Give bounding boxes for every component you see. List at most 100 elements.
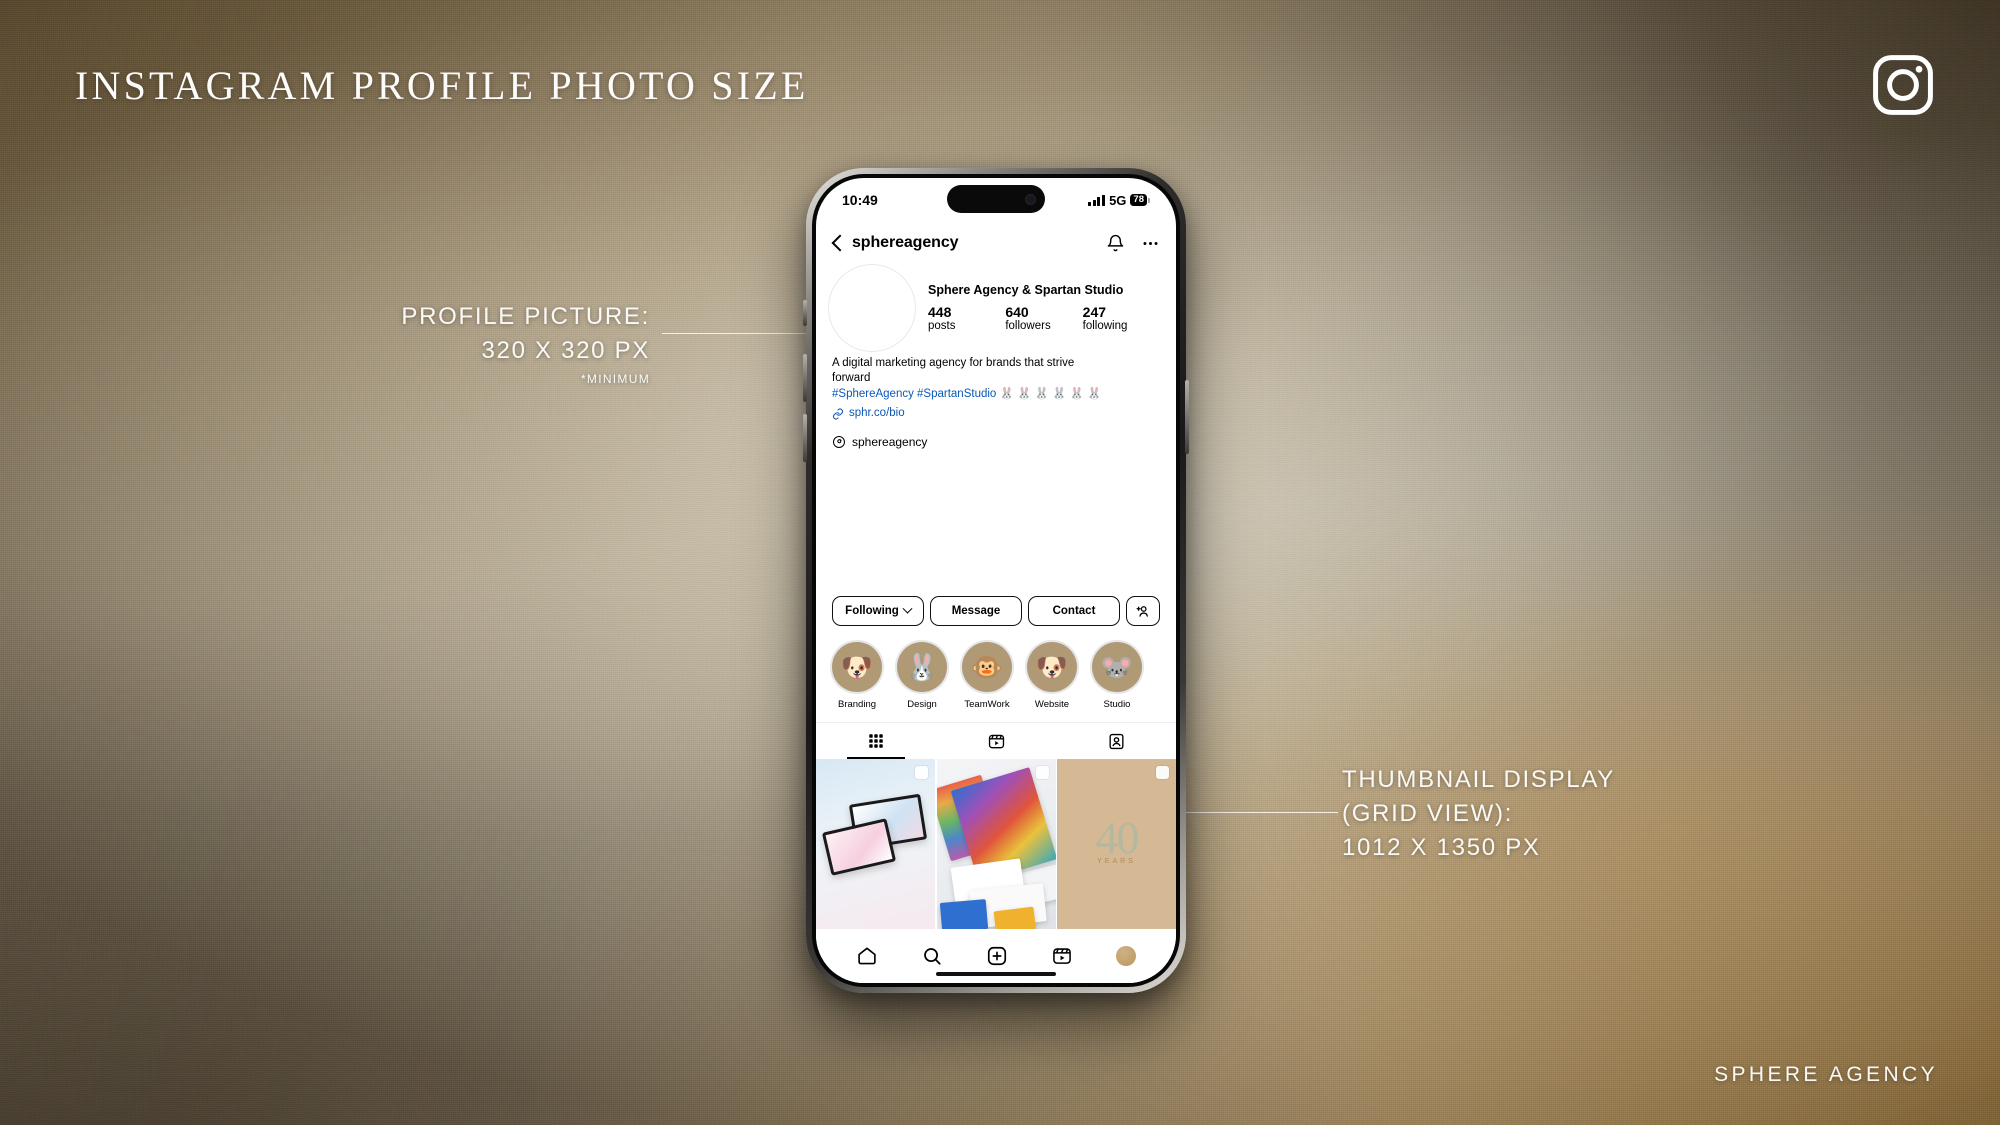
highlight-ring: 🐵: [960, 640, 1014, 694]
ellipsis-icon[interactable]: [1141, 234, 1160, 253]
home-icon[interactable]: [856, 945, 878, 967]
callout-left-note: *MINIMUM: [580, 372, 650, 387]
stat-following-label: following: [1082, 319, 1128, 332]
profile-avatar-sphere-logo[interactable]: S: [832, 268, 912, 348]
phone-volume-down-button[interactable]: [803, 414, 807, 462]
message-button-label: Message: [951, 605, 1001, 617]
message-button[interactable]: Message: [930, 596, 1022, 626]
stat-posts-count: 448: [928, 303, 952, 320]
highlight-design[interactable]: 🐰 Design: [895, 640, 949, 710]
highlight-teamwork[interactable]: 🐵 TeamWork: [960, 640, 1014, 710]
phone-power-button[interactable]: [1185, 380, 1189, 454]
highlight-label: Studio: [1103, 699, 1131, 710]
battery-level: 78: [1130, 193, 1147, 207]
phone-volume-up-button[interactable]: [803, 354, 807, 402]
following-button-label: Following: [845, 605, 899, 617]
highlight-website[interactable]: 🐶 Website: [1025, 640, 1079, 710]
profile-summary: S Sphere Agency & Spartan Studio 448 pos…: [816, 264, 1176, 348]
stat-posts-label: posts: [928, 319, 956, 332]
tab-grid[interactable]: [816, 723, 936, 759]
chevron-down-icon: [902, 603, 913, 614]
highlight-ring: 🐭: [1090, 640, 1144, 694]
story-highlight-teamwork: 🐵: [962, 642, 1012, 692]
bio-link[interactable]: sphr.co/bio: [832, 406, 1160, 421]
search-icon[interactable]: [921, 945, 943, 967]
story-highlights: 🐶 Branding 🐰 Design 🐵 TeamWork 🐶 Website…: [816, 626, 1176, 710]
bio-line-2: forward: [832, 372, 871, 385]
brand-card-yellow: [993, 906, 1036, 929]
callout-right-line1: THUMBNAIL DISPLAY: [1342, 766, 1615, 793]
link-chain-icon: [833, 408, 843, 420]
home-indicator: [936, 972, 1056, 976]
bio-line-1: A digital marketing agency for brands th…: [832, 357, 1075, 369]
profile-actions: Following Message Contact: [816, 586, 1176, 626]
front-camera-icon: [1025, 193, 1036, 205]
carousel-indicator-icon: [1156, 766, 1169, 779]
phone-bezel: 10:49 5G 78 sphereagency S Sphere Agency…: [812, 174, 1180, 987]
highlight-studio[interactable]: 🐭 Studio: [1090, 640, 1144, 710]
avatar-monogram: S: [863, 291, 881, 324]
anniversary-label: YEARS: [1097, 857, 1136, 865]
profile-stats: 448 posts 640 followers 247 following: [928, 304, 1160, 334]
status-bar: 10:49 5G 78: [816, 178, 1176, 222]
leader-line-left: [662, 333, 830, 334]
network-label: 5G: [1109, 192, 1127, 208]
cellular-bars-icon: [1088, 194, 1106, 206]
callout-left-line1: PROFILE PICTURE:: [401, 303, 650, 330]
carousel-indicator-icon: [1035, 766, 1049, 779]
device-mockup-2: [821, 818, 897, 876]
dynamic-island: [947, 185, 1045, 213]
contact-button[interactable]: Contact: [1028, 596, 1120, 626]
nav-profile[interactable]: [1116, 946, 1137, 966]
highlight-ring: 🐶: [1025, 640, 1079, 694]
stat-following[interactable]: 247 following: [1083, 304, 1160, 334]
grid-tab-icon: [869, 734, 883, 748]
status-indicators: 5G 78: [1088, 193, 1150, 208]
tab-reels[interactable]: [936, 723, 1056, 759]
add-icon[interactable]: [986, 945, 1008, 967]
reels-tab-icon: [988, 734, 1004, 748]
brand-card-blue: [939, 899, 988, 929]
phone-mockup: 10:49 5G 78 sphereagency S Sphere Agency…: [803, 168, 1189, 993]
tagged-tab-icon: [1108, 733, 1124, 749]
story-highlight-branding: 🐶: [832, 642, 882, 692]
highlight-ring: 🐶: [830, 640, 884, 694]
header-username: sphereagency: [852, 234, 959, 251]
profile-tabs: [816, 722, 1176, 759]
highlight-label: Branding: [837, 699, 877, 710]
highlight-branding[interactable]: 🐶 Branding: [830, 640, 884, 710]
carousel-indicator-icon: [915, 766, 928, 779]
following-button[interactable]: Following: [832, 596, 924, 626]
grid-post-devices-mockup[interactable]: [816, 759, 935, 929]
battery-indicator: 78: [1130, 193, 1150, 207]
highlight-label: Website: [1034, 699, 1070, 710]
stat-followers[interactable]: 640 followers: [1005, 304, 1082, 334]
contact-button-label: Contact: [1052, 605, 1096, 617]
bell-icon[interactable]: [1106, 234, 1125, 253]
phone-silent-switch[interactable]: [803, 300, 807, 326]
story-highlight-design: 🐰: [897, 642, 947, 692]
threads-handle: sphereagency: [852, 434, 928, 449]
bio-hashtags[interactable]: #SphereAgency #SpartanStudio 🐰 🐰 🐰 🐰 🐰 🐰: [832, 387, 1160, 402]
callout-left-line2: 320 X 320 PX: [481, 337, 650, 365]
grid-post-40-years[interactable]: 40 YEARS: [1057, 759, 1176, 929]
tab-tagged[interactable]: [1056, 723, 1176, 759]
highlight-label: Design: [907, 699, 937, 710]
stat-followers-label: followers: [1005, 319, 1051, 332]
status-time: 10:49: [842, 192, 878, 208]
phone-screen: 10:49 5G 78 sphereagency S Sphere Agency…: [816, 178, 1176, 983]
add-person-button[interactable]: [1126, 596, 1160, 626]
avatar[interactable]: S: [832, 268, 912, 348]
reels-icon[interactable]: [1051, 945, 1073, 967]
callout-thumbnail-display: THUMBNAIL DISPLAY (GRID VIEW): 1012 X 13…: [1342, 763, 1772, 865]
chevron-left-icon[interactable]: [832, 235, 841, 251]
profile-header: sphereagency: [816, 222, 1176, 264]
post-grid: 40 YEARS: [816, 759, 1176, 929]
callout-right-line2: (GRID VIEW):: [1342, 800, 1514, 828]
grid-post-brand-manual[interactable]: [936, 759, 1056, 929]
threads-link[interactable]: sphereagency: [832, 434, 1160, 450]
profile-bio: A digital marketing agency for brands th…: [816, 348, 1176, 450]
stat-posts[interactable]: 448 posts: [928, 304, 1005, 334]
callout-profile-picture: PROFILE PICTURE: 320 X 320 PX *MINIMUM: [290, 300, 650, 386]
anniversary-number: 40: [1095, 812, 1140, 863]
